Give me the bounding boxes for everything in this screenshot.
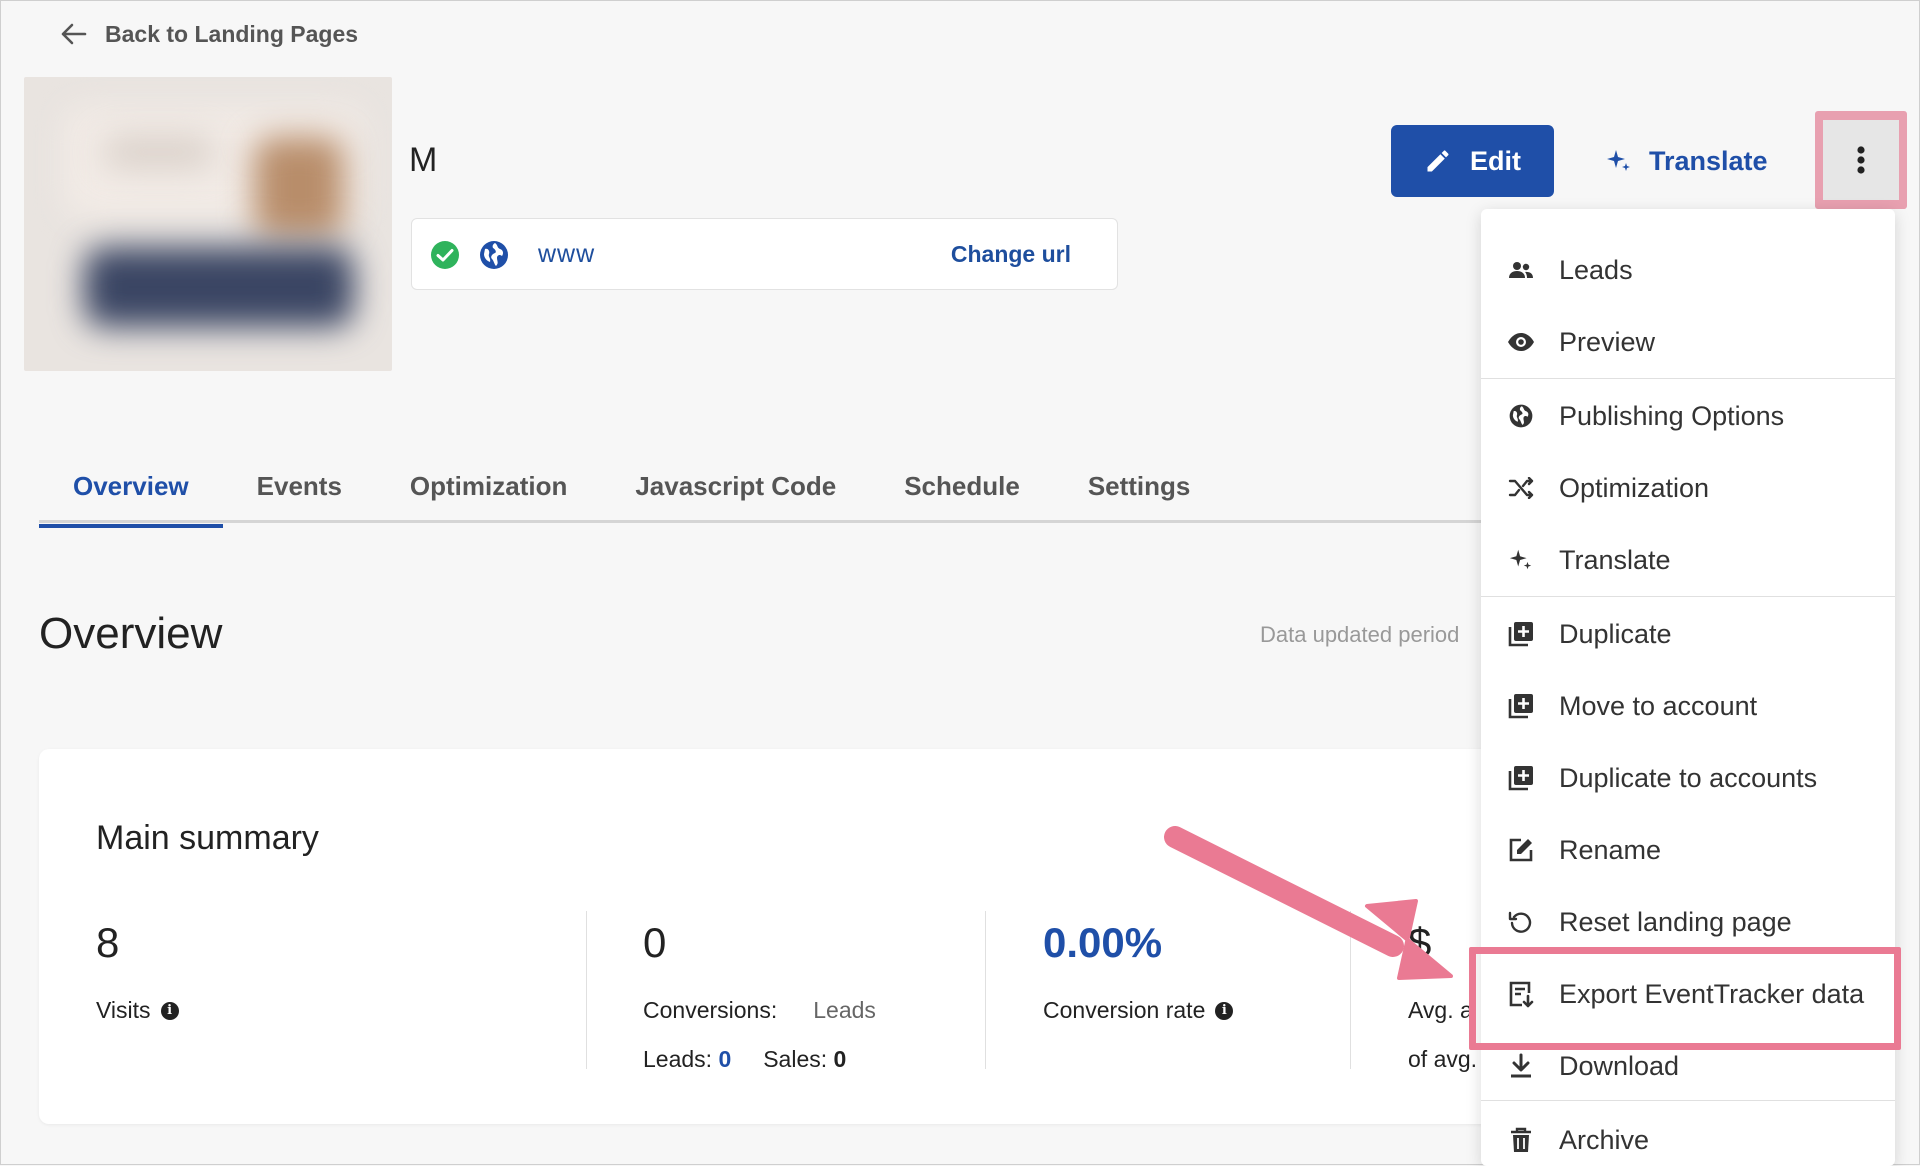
tab-divider — [39, 520, 1579, 523]
sales-label: Sales: — [763, 1046, 828, 1072]
tab-overview[interactable]: Overview — [39, 448, 223, 528]
conversion-type-select[interactable]: Leads — [813, 997, 876, 1024]
menu-item-optimization[interactable]: Optimization — [1481, 452, 1895, 524]
menu-item-move-to-account[interactable]: Move to account — [1481, 670, 1895, 742]
more-vertical-icon — [1856, 145, 1866, 175]
sparkle-icon — [1507, 547, 1535, 573]
overview-heading: Overview — [39, 609, 223, 658]
menu-item-label: Duplicate to accounts — [1559, 762, 1818, 793]
menu-item-label: Download — [1559, 1050, 1680, 1081]
tab-optimization[interactable]: Optimization — [376, 448, 601, 524]
menu-item-label: Duplicate — [1559, 618, 1672, 649]
menu-item-preview[interactable]: Preview — [1481, 306, 1895, 378]
avg-label: Avg. a — [1408, 997, 1473, 1023]
translate-button-label: Translate — [1649, 145, 1768, 176]
eye-icon — [1507, 332, 1535, 352]
divider — [586, 911, 587, 1069]
menu-item-translate[interactable]: Translate — [1481, 524, 1895, 596]
menu-item-archive[interactable]: Archive — [1481, 1104, 1895, 1166]
menu-item-label: Translate — [1559, 544, 1671, 575]
visits-metric: 8 Visits i — [96, 919, 179, 1024]
sparkle-icon — [1605, 147, 1633, 175]
menu-item-label: Leads — [1559, 254, 1633, 285]
menu-item-label: Archive — [1559, 1124, 1650, 1155]
menu-item-label: Move to account — [1559, 690, 1758, 721]
menu-separator — [1481, 378, 1895, 379]
globe-icon — [478, 239, 510, 271]
pencil-icon — [1424, 147, 1452, 175]
menu-item-label: Optimization — [1559, 472, 1710, 503]
translate-button[interactable]: Translate — [1605, 125, 1768, 197]
url-box: www Change url — [411, 218, 1118, 290]
menu-separator — [1481, 596, 1895, 597]
arrow-left-icon — [61, 23, 87, 45]
globe-icon — [1507, 403, 1535, 429]
summary-title: Main summary — [96, 819, 319, 857]
avg-sub: of avg. — [1408, 1046, 1478, 1072]
download-icon — [1507, 1053, 1535, 1079]
back-link-label: Back to Landing Pages — [105, 20, 359, 47]
tab-bar: Overview Events Optimization Javascript … — [39, 448, 1224, 528]
info-icon[interactable]: i — [1215, 1001, 1234, 1020]
menu-item-publishing-options[interactable]: Publishing Options — [1481, 380, 1895, 452]
tab-javascript-code[interactable]: Javascript Code — [601, 448, 870, 524]
info-icon[interactable]: i — [160, 1001, 179, 1020]
change-url-link[interactable]: Change url — [951, 241, 1071, 268]
people-icon — [1507, 260, 1535, 280]
page-title: M — [409, 141, 438, 179]
visits-value: 8 — [96, 919, 120, 966]
tab-schedule[interactable]: Schedule — [870, 448, 1054, 524]
edit-button-label: Edit — [1470, 145, 1521, 176]
edit-square-icon — [1507, 837, 1535, 863]
tab-events[interactable]: Events — [223, 448, 376, 524]
menu-item-label: Reset landing page — [1559, 906, 1792, 937]
trash-icon — [1507, 1127, 1535, 1153]
conversions-metric: 0 Conversions: Leads Leads: 0 Sales: 0 — [643, 919, 876, 1073]
more-actions-button[interactable] — [1823, 120, 1899, 200]
tab-settings[interactable]: Settings — [1054, 448, 1225, 524]
menu-item-label: Preview — [1559, 326, 1656, 357]
menu-item-rename[interactable]: Rename — [1481, 814, 1895, 886]
menu-item-leads[interactable]: Leads — [1481, 234, 1895, 306]
menu-item-label: Publishing Options — [1559, 400, 1785, 431]
duplicate-icon — [1507, 621, 1535, 647]
more-actions-highlight — [1815, 111, 1907, 209]
page-thumbnail[interactable] — [24, 77, 392, 371]
annotation-arrow — [1161, 816, 1471, 996]
sales-value: 0 — [833, 1046, 847, 1072]
conversions-label: Conversions: — [643, 997, 778, 1023]
check-circle-icon — [430, 240, 460, 270]
duplicate-icon — [1507, 693, 1535, 719]
page-url[interactable]: www — [538, 240, 595, 269]
conversion-rate-label: Conversion rate — [1043, 997, 1206, 1023]
menu-item-duplicate[interactable]: Duplicate — [1481, 598, 1895, 670]
back-link[interactable]: Back to Landing Pages — [61, 19, 358, 49]
shuffle-icon — [1507, 477, 1535, 499]
leads-value: 0 — [718, 1046, 732, 1072]
export-highlight-box — [1469, 947, 1901, 1050]
menu-item-duplicate-to-accounts[interactable]: Duplicate to accounts — [1481, 742, 1895, 814]
divider — [985, 911, 986, 1069]
conversions-value: 0 — [643, 919, 667, 966]
data-updated-note: Data updated period — [1260, 622, 1460, 647]
visits-label: Visits — [96, 997, 151, 1023]
menu-item-label: Rename — [1559, 834, 1662, 865]
reset-icon — [1507, 909, 1535, 935]
duplicate-icon — [1507, 765, 1535, 791]
leads-label: Leads: — [643, 1046, 713, 1072]
edit-button[interactable]: Edit — [1391, 125, 1554, 197]
